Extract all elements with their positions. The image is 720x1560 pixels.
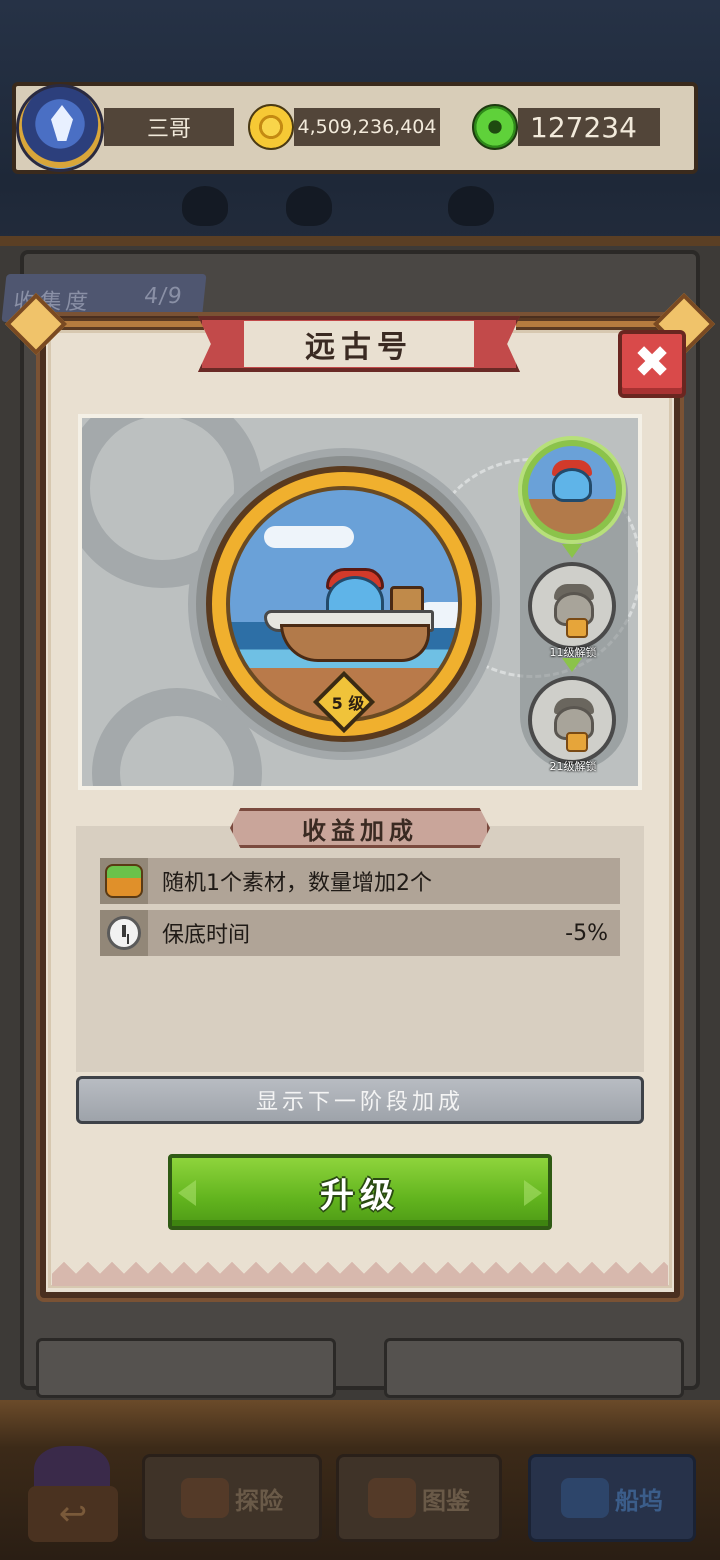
boat-hull-icon: [280, 624, 430, 662]
nav-codex-label: 图鉴: [422, 1486, 470, 1515]
collection-count: 4/9: [142, 284, 184, 309]
octopus-captain-icon: [552, 468, 592, 502]
nav-dock-button[interactable]: 船坞: [528, 1454, 696, 1542]
show-next-stage-button[interactable]: 显示下一阶段加成: [76, 1076, 644, 1124]
clock-icon: [107, 916, 141, 950]
bonus-icon-cell: [100, 910, 148, 956]
anchor-icon: [561, 1478, 609, 1518]
avatar-emblem-icon: [51, 105, 73, 141]
bonus-icon-cell: [100, 858, 148, 904]
explore-icon: [181, 1478, 229, 1518]
nav-explore-label: 探险: [235, 1486, 283, 1515]
lock-icon: [566, 618, 588, 638]
lock-icon: [566, 732, 588, 752]
green-gem-icon: [472, 104, 518, 150]
back-arrow-icon: ↩: [28, 1486, 118, 1542]
back-button[interactable]: ↩: [18, 1446, 130, 1546]
stage-3-unlock-label: 21级解锁: [549, 760, 597, 773]
gear-decoration: [92, 688, 262, 786]
player-avatar[interactable]: [16, 84, 104, 172]
gold-coin-icon: [248, 104, 294, 150]
background-slot: [384, 1338, 684, 1398]
cloud-icon: [264, 526, 354, 548]
dialog-zigzag-trim: [52, 1262, 668, 1286]
stage-3-locked[interactable]: [528, 676, 616, 764]
upgrade-label: 升级: [320, 1175, 400, 1216]
silhouette-creature: [286, 186, 332, 226]
stage-2-unlock-label: 11级解锁: [549, 646, 597, 659]
background-slot: [36, 1338, 336, 1398]
nav-dock-label: 船坞: [615, 1486, 663, 1515]
bonus-row: 随机1个素材，数量增加2个: [100, 858, 620, 904]
ship-level: 5 级: [331, 694, 365, 713]
button-notch-left: [178, 1180, 196, 1206]
dialog-title-banner: 远古号: [198, 316, 520, 372]
bonus-row: 保底时间 -5%: [100, 910, 620, 956]
stage-1-current[interactable]: [522, 440, 622, 540]
silhouette-creature: [448, 186, 494, 226]
nav-codex-button[interactable]: 图鉴: [336, 1454, 502, 1542]
player-name: 三哥: [104, 108, 234, 146]
dialog-title: 远古号: [244, 321, 474, 367]
gold-amount: 4,509,236,404: [294, 108, 440, 146]
bonus-text: 随机1个素材，数量增加2个: [162, 871, 432, 896]
bonus-value: -5%: [565, 920, 608, 946]
bonus-title: 收益加成: [230, 808, 490, 848]
bonus-text: 保底时间: [162, 923, 251, 948]
stage-2-locked[interactable]: [528, 562, 616, 650]
basket-icon: [105, 864, 143, 898]
close-button[interactable]: ✖: [618, 330, 686, 398]
codex-book-icon: [368, 1478, 416, 1518]
button-notch-right: [524, 1180, 542, 1206]
upgrade-button[interactable]: 升级: [168, 1154, 552, 1230]
nav-explore-button[interactable]: 探险: [142, 1454, 322, 1542]
gem-amount: 127234: [518, 108, 660, 146]
silhouette-creature: [182, 186, 228, 226]
